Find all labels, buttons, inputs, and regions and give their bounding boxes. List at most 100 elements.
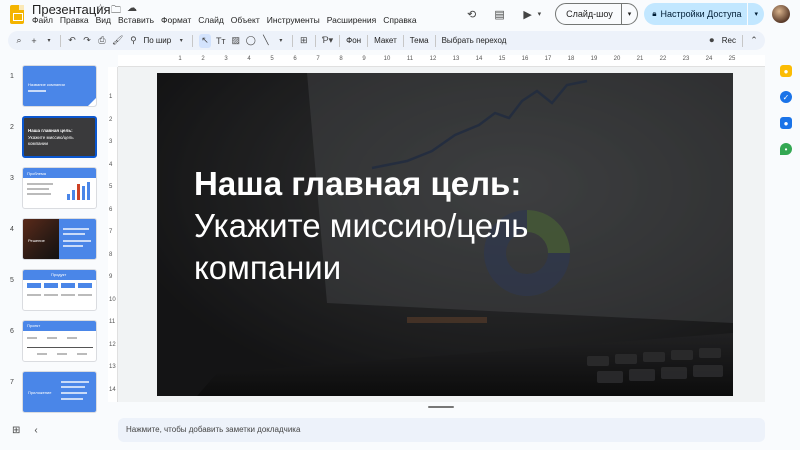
vertical-ruler[interactable]: 1 2 3 4 5 6 7 8 9 10 11 12 13 14 (108, 67, 118, 402)
menu-format[interactable]: Формат (161, 15, 191, 25)
transition-button[interactable]: Выбрать переход (442, 36, 507, 45)
ruler-tick-label: 15 (498, 56, 506, 62)
slide-thumbnail-row[interactable]: 5 Продукт (0, 269, 110, 315)
slide-number: 1 (10, 73, 14, 80)
ruler-tick-label: 23 (682, 56, 690, 62)
record-icon[interactable]: ⏺ (707, 34, 717, 48)
menu-insert[interactable]: Вставить (118, 15, 154, 25)
slideshow-button[interactable]: Слайд-шоу ▾ (555, 3, 639, 25)
add-comment-icon[interactable]: ⊞ (299, 34, 309, 48)
maps-icon[interactable]: • (780, 143, 792, 155)
undo-icon[interactable]: ↶ (67, 34, 77, 48)
paint-format-icon[interactable]: 🖌︎ (112, 34, 123, 48)
ruler-tick-label: 16 (521, 56, 529, 62)
slide-thumbnail-selected[interactable]: Наша главная цель: Укажите миссию/цель к… (22, 116, 97, 158)
rec-button[interactable]: Rec (722, 36, 736, 45)
slide-title-bold: Наша главная цель: (194, 165, 522, 202)
current-slide[interactable]: Наша главная цель: Укажите миссию/цель к… (157, 73, 733, 396)
line-chevron-down-icon[interactable]: ▾ (276, 34, 286, 48)
redo-icon[interactable]: ↷ (82, 34, 92, 48)
zoom-icon[interactable]: ⚲ (128, 34, 138, 48)
slide-thumbnail-row[interactable]: 7 Приложение (0, 371, 110, 417)
comments-icon[interactable]: ▤ (492, 6, 508, 22)
toolbar-divider (367, 34, 369, 47)
slide-thumbnail[interactable]: Решение (22, 218, 97, 260)
side-panel: ● ✓ ● • (772, 55, 800, 450)
slide-thumbnail-row[interactable]: 4 Решение (0, 218, 110, 264)
slide-thumbnail[interactable]: Название компании (22, 65, 97, 107)
notes-resize-handle[interactable] (428, 406, 454, 408)
print-icon[interactable]: ⎙ (97, 34, 107, 48)
share-chevron-down-icon[interactable]: ▾ (748, 10, 764, 18)
slides-logo-icon[interactable] (10, 5, 24, 24)
meet-chevron-down-icon[interactable]: ▾ (538, 10, 542, 18)
menu-arrange[interactable]: Объект (231, 15, 260, 25)
new-slide-chevron-down-icon[interactable]: ▾ (44, 34, 54, 48)
ruler-tick-label: 20 (613, 56, 621, 62)
share-main[interactable]: 🔒︎ Настройки Доступа (644, 3, 749, 25)
ruler-tick-label: 1 (178, 56, 182, 62)
ruler-tick-label: 2 (201, 56, 205, 62)
layout-button[interactable]: Макет (374, 36, 397, 45)
image-icon[interactable]: ▨ (231, 34, 241, 48)
text-box-icon[interactable]: Tт (216, 34, 226, 48)
theme-button[interactable]: Тема (410, 36, 429, 45)
slide-number: 6 (10, 328, 14, 335)
ruler-tick-label: 13 (109, 364, 116, 370)
menu-extensions[interactable]: Расширения (327, 15, 376, 25)
ruler-tick-label: 17 (544, 56, 552, 62)
toolbar-divider (60, 34, 61, 47)
ruler-tick-label: 3 (109, 139, 113, 145)
menu-help[interactable]: Справка (383, 15, 416, 25)
zoom-chevron-down-icon[interactable]: ▾ (176, 34, 186, 48)
line-icon[interactable]: ╲ (261, 34, 271, 48)
menu-view[interactable]: Вид (96, 15, 111, 25)
slide-title-textbox[interactable]: Наша главная цель: Укажите миссию/цель к… (194, 163, 694, 289)
collapse-toolbar-icon[interactable]: ⌃ (749, 34, 759, 48)
ruler-tick-label: 7 (316, 56, 320, 62)
grid-view-icon[interactable]: ⊞ (12, 425, 20, 436)
slide-thumbnail-row-selected[interactable]: 2 Наша главная цель: Укажите миссию/цель… (0, 116, 110, 162)
share-button[interactable]: 🔒︎ Настройки Доступа ▾ (644, 3, 764, 25)
ruler-tick-label: 6 (109, 206, 113, 213)
menu-tools[interactable]: Инструменты (267, 15, 320, 25)
search-menus-icon[interactable]: ⌕ (14, 34, 24, 48)
menu-file[interactable]: Файл (32, 15, 53, 25)
speaker-notes[interactable]: Нажмите, чтобы добавить заметки докладчи… (118, 418, 765, 442)
ruler-tick-label: 1 (109, 94, 113, 100)
ruler-tick-label: 9 (362, 56, 366, 62)
thumbnail-title: Проблема (27, 171, 46, 176)
slide-thumbnail-row[interactable]: 3 Проблема (0, 167, 110, 213)
zoom-select[interactable]: По шир (143, 36, 171, 45)
slide-thumbnail-row[interactable]: 6 Проект (0, 320, 110, 366)
thumbnail-subtitle: компании (28, 141, 49, 146)
collapse-panel-icon[interactable]: ‹ (34, 425, 37, 436)
tasks-icon[interactable]: ✓ (780, 91, 792, 103)
menu-slide[interactable]: Слайд (198, 15, 224, 25)
lock-icon: 🔒︎ (652, 9, 657, 18)
slide-thumbnail[interactable]: Продукт (22, 269, 97, 311)
contacts-icon[interactable]: ● (780, 117, 792, 129)
avatar[interactable] (772, 5, 790, 23)
background-button[interactable]: Фон (346, 36, 361, 45)
slide-thumbnail[interactable]: Проект (22, 320, 97, 362)
slideshow-label[interactable]: Слайд-шоу (556, 4, 622, 24)
toolbar-divider (339, 34, 341, 47)
shape-icon[interactable]: ◯ (246, 34, 256, 48)
history-icon[interactable]: ⟲ (464, 6, 480, 22)
placeholder-icon[interactable]: Ƥ▾ (322, 34, 333, 48)
menu-edit[interactable]: Правка (60, 15, 89, 25)
new-slide-icon[interactable]: + (29, 34, 39, 48)
toolbar-divider (742, 34, 743, 47)
slide-thumbnail[interactable]: Проблема (22, 167, 97, 209)
meet-icon[interactable]: ▶ (520, 6, 536, 22)
ruler-tick-label: 8 (109, 251, 113, 258)
slideshow-chevron-down-icon[interactable]: ▾ (622, 10, 638, 18)
slide-thumbnail-row[interactable]: 1 Название компании (0, 65, 110, 111)
horizontal-ruler[interactable]: 1 2 3 4 5 6 7 8 9 10 11 12 13 14 15 16 17 18 19 20 21 22 23 24 2… (118, 55, 765, 67)
keep-icon[interactable]: ● (780, 65, 792, 77)
ruler-tick-label: 11 (109, 319, 116, 325)
toolbar-divider (192, 34, 194, 47)
select-pointer-icon[interactable]: ↖ (199, 33, 211, 48)
slide-thumbnail[interactable]: Приложение (22, 371, 97, 413)
